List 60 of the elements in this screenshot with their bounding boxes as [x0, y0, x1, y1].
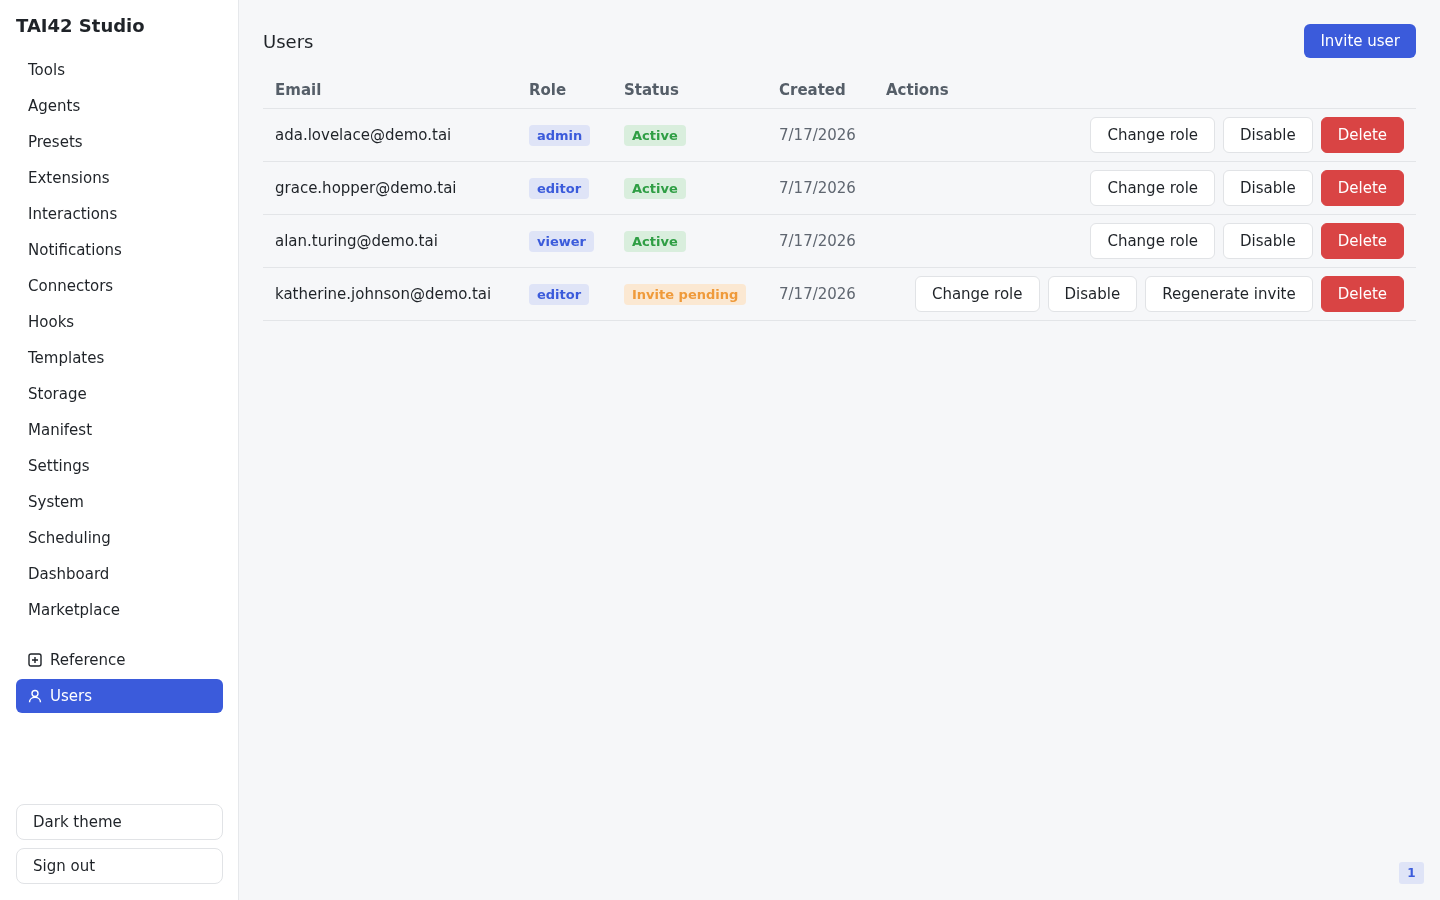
delete-button[interactable]: Delete	[1320, 276, 1404, 312]
delete-button[interactable]: Delete	[1320, 223, 1404, 259]
person-icon	[28, 689, 42, 703]
sidebar-item[interactable]: Dashboard	[16, 557, 223, 591]
status-tag: Active	[624, 177, 686, 199]
created-date-cell-text: 7/17/2026	[778, 232, 856, 250]
column-header: Status	[623, 81, 679, 99]
action-button[interactable]: Regenerate invite	[1145, 276, 1313, 312]
status-tag: Invite pending	[624, 283, 747, 305]
created-date-cell-text: 7/17/2026	[778, 126, 856, 144]
invite-user-button[interactable]: Invite user	[1304, 24, 1416, 58]
sidebar-item[interactable]: Hooks	[16, 305, 223, 339]
status-tag: Active	[624, 230, 686, 252]
app-title: TAI42 Studio	[16, 14, 146, 38]
sidebar-item[interactable]: Settings	[16, 449, 223, 483]
sidebar-item[interactable]: Users	[16, 679, 223, 713]
email-cell-text: alan.turing@demo.tai	[274, 232, 438, 250]
sidebar-item[interactable]: Scheduling	[16, 521, 223, 555]
plus-square-icon	[28, 653, 42, 667]
sidebar-item[interactable]: Reference	[16, 643, 223, 677]
sidebar-item[interactable]: Agents	[16, 89, 223, 123]
column-header: Created	[778, 81, 846, 99]
email-cell-text: ada.lovelace@demo.tai	[274, 126, 452, 144]
page-title: Users	[263, 30, 314, 52]
column-header: Role	[528, 81, 567, 99]
action-button[interactable]: Disable	[1223, 117, 1313, 153]
sidebar-item[interactable]: Connectors	[16, 269, 223, 303]
sidebar-item[interactable]: System	[16, 485, 223, 519]
role-tag: admin	[529, 124, 591, 146]
action-button[interactable]: Disable	[1223, 170, 1313, 206]
sidebar-item[interactable]: Interactions	[16, 197, 223, 231]
action-button[interactable]: Disable	[1047, 276, 1138, 312]
created-date-cell-text: 7/17/2026	[778, 285, 856, 303]
role-tag: editor	[529, 177, 590, 199]
action-button[interactable]: Disable	[1223, 223, 1313, 259]
sidebar-item[interactable]: Notifications	[16, 233, 223, 267]
email-cell-text: grace.hopper@demo.tai	[274, 179, 457, 197]
email-cell-text: katherine.johnson@demo.tai	[274, 285, 492, 303]
sidebar-item[interactable]: Marketplace	[16, 593, 223, 627]
sidebar-item[interactable]: Storage	[16, 377, 223, 411]
sidebar-item[interactable]: Presets	[16, 125, 223, 159]
role-tag: editor	[529, 283, 590, 305]
sign-out-button[interactable]: Sign out	[16, 848, 223, 884]
status-tag: Active	[624, 124, 686, 146]
sidebar-item[interactable]: Templates	[16, 341, 223, 375]
count-indicator: 1	[1399, 862, 1424, 884]
sidebar-item[interactable]: Tools	[16, 53, 223, 87]
action-button[interactable]: Change role	[1090, 170, 1216, 206]
role-tag: viewer	[529, 230, 594, 252]
action-button[interactable]: Change role	[914, 276, 1040, 312]
sidebar-item[interactable]: Manifest	[16, 413, 223, 447]
column-header: Actions	[885, 81, 949, 99]
created-date-cell-text: 7/17/2026	[778, 179, 856, 197]
theme-toggle-button[interactable]: Dark theme	[16, 804, 223, 840]
delete-button[interactable]: Delete	[1320, 170, 1404, 206]
action-button[interactable]: Change role	[1090, 223, 1216, 259]
sidebar-item[interactable]: Extensions	[16, 161, 223, 195]
delete-button[interactable]: Delete	[1320, 117, 1404, 153]
column-header: Email	[274, 81, 322, 99]
action-button[interactable]: Change role	[1090, 117, 1216, 153]
